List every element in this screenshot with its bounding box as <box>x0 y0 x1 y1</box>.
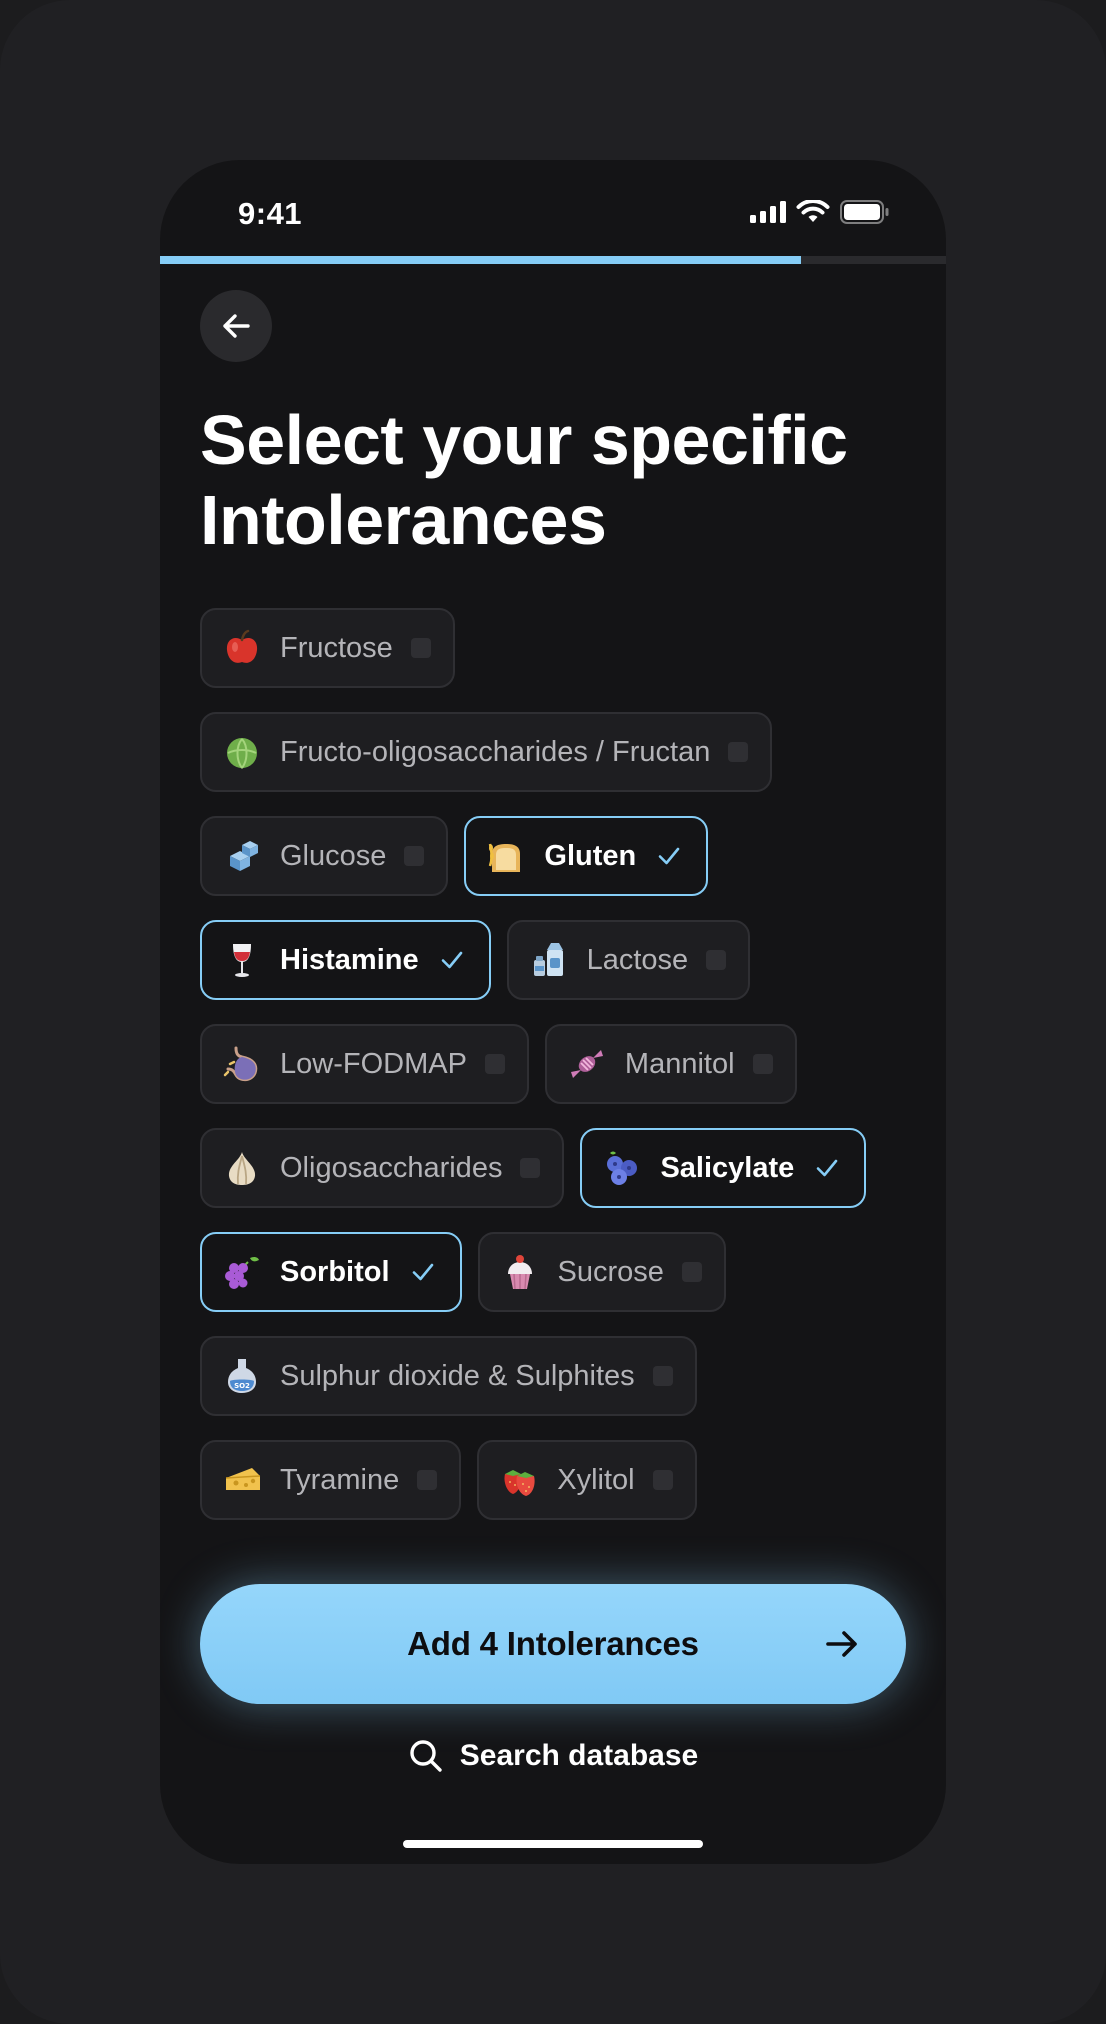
cellular-signal-icon <box>750 201 786 223</box>
intolerance-chip-lactose[interactable]: Lactose <box>506 920 751 1000</box>
chip-row: Glucose Gluten <box>200 816 920 896</box>
page-title: Select your specific Intolerances <box>200 400 920 560</box>
intolerance-chip-label: Fructose <box>280 631 393 664</box>
arrow-right-icon <box>826 1631 857 1657</box>
intolerance-chip-label: Sulphur dioxide & Sulphites <box>280 1359 635 1392</box>
intolerance-chip-label: Sorbitol <box>280 1255 390 1288</box>
page-title-line-2: Intolerances <box>200 481 607 559</box>
intolerance-chip-fructo-oligosaccharides-fructan[interactable]: Fructo-oligosaccharides / Fructan <box>200 712 773 792</box>
strawberries-icon <box>499 1460 539 1500</box>
checkbox-unchecked <box>410 638 431 658</box>
intolerance-chip-mannitol[interactable]: Mannitol <box>544 1024 797 1104</box>
battery-icon <box>840 200 889 224</box>
intolerance-chip-label: Xylitol <box>557 1463 635 1496</box>
checkbox-unchecked <box>706 950 727 970</box>
wifi-icon <box>796 200 830 222</box>
checkbox-unchecked <box>484 1054 505 1074</box>
checkbox-unchecked <box>652 1366 673 1386</box>
cupcake-icon <box>500 1252 540 1292</box>
intolerance-chip-label: Histamine <box>280 943 419 976</box>
progress-bar <box>160 256 946 264</box>
checkmark-icon <box>654 841 684 871</box>
intolerance-chip-label: Gluten <box>544 839 637 872</box>
home-indicator <box>403 1840 703 1848</box>
page-title-line-1: Select your specific <box>200 401 848 479</box>
intolerance-chip-xylitol[interactable]: Xylitol <box>477 1440 697 1520</box>
arrow-left-icon <box>223 314 250 338</box>
status-time: 9:41 <box>238 196 303 231</box>
intolerance-chip-sulphur-dioxide-and-sulphites[interactable]: SO2 Sulphur dioxide & Sulphites <box>200 1336 697 1416</box>
checkbox-unchecked <box>652 1470 673 1490</box>
intolerance-chip-label: Sucrose <box>557 1255 664 1288</box>
chip-row: Tyramine Xylitol <box>200 1440 920 1520</box>
stomach-icon <box>222 1044 262 1084</box>
wine-glass-icon <box>222 940 262 980</box>
progress-bar-fill <box>160 256 801 264</box>
intolerance-chip-label: Mannitol <box>624 1047 735 1080</box>
add-intolerances-label: Add 4 Intolerances <box>407 1625 699 1662</box>
checkmark-icon <box>437 945 467 975</box>
intolerance-chip-histamine[interactable]: Histamine <box>200 920 491 1000</box>
chip-row: Oligosaccharides Salicylate <box>200 1128 920 1208</box>
intolerance-chip-label: Oligosaccharides <box>280 1151 503 1184</box>
chip-row: Low-FODMAP Mannitol <box>200 1024 920 1104</box>
search-icon <box>410 1740 442 1772</box>
intolerance-chip-label: Salicylate <box>660 1151 795 1184</box>
intolerance-chip-low-fodmap[interactable]: Low-FODMAP <box>200 1024 529 1104</box>
checkbox-unchecked <box>520 1158 541 1178</box>
checkbox-unchecked <box>417 1470 438 1490</box>
chip-row: Fructo-oligosaccharides / Fructan <box>200 712 920 792</box>
intolerance-chip-label: Glucose <box>280 839 387 872</box>
candy-icon <box>567 1044 607 1084</box>
blueberries-icon <box>602 1148 642 1188</box>
svg-text:SO2: SO2 <box>234 1382 250 1390</box>
phone-screen: 9:41 Select your specific Intolerances F… <box>160 160 946 1864</box>
intolerance-chip-list: Fructose Fructo-oligosaccharides / Fructa… <box>200 608 920 1544</box>
intolerance-chip-label: Lactose <box>586 943 689 976</box>
search-database-label: Search database <box>459 1739 699 1772</box>
intolerance-chip-glucose[interactable]: Glucose <box>200 816 449 896</box>
status-bar: 9:41 <box>160 160 946 256</box>
search-database-link[interactable]: Search database <box>160 1724 946 1788</box>
back-button[interactable] <box>200 290 272 362</box>
intolerance-chip-salicylate[interactable]: Salicylate <box>580 1128 867 1208</box>
grapes-icon <box>222 1252 262 1292</box>
bread-wheat-icon <box>486 836 526 876</box>
device-frame: 9:41 Select your specific Intolerances F… <box>0 0 1106 2024</box>
checkbox-unchecked <box>752 1054 773 1074</box>
checkbox-unchecked <box>728 742 749 762</box>
cheese-icon <box>222 1460 262 1500</box>
intolerance-chip-sucrose[interactable]: Sucrose <box>477 1232 726 1312</box>
intolerance-chip-label: Tyramine <box>280 1463 400 1496</box>
intolerance-chip-fructose[interactable]: Fructose <box>200 608 455 688</box>
checkbox-unchecked <box>681 1262 702 1282</box>
flask-icon: SO2 <box>222 1356 262 1396</box>
intolerance-chip-label: Low-FODMAP <box>280 1047 467 1080</box>
apple-icon <box>222 628 262 668</box>
sugar-cubes-icon <box>222 836 262 876</box>
garlic-icon <box>222 1148 262 1188</box>
checkbox-unchecked <box>404 846 425 866</box>
status-icons <box>750 200 890 224</box>
add-intolerances-button[interactable]: Add 4 Intolerances <box>200 1584 906 1704</box>
intolerance-chip-oligosaccharides[interactable]: Oligosaccharides <box>200 1128 565 1208</box>
cabbage-icon <box>222 732 262 772</box>
chip-row: Fructose <box>200 608 920 688</box>
intolerance-chip-tyramine[interactable]: Tyramine <box>200 1440 462 1520</box>
checkmark-icon <box>812 1153 842 1183</box>
intolerance-chip-gluten[interactable]: Gluten <box>464 816 709 896</box>
milk-carton-icon <box>529 940 569 980</box>
chip-row: SO2 Sulphur dioxide & Sulphites <box>200 1336 920 1416</box>
checkmark-icon <box>408 1257 438 1287</box>
intolerance-chip-label: Fructo-oligosaccharides / Fructan <box>280 735 711 768</box>
chip-row: Histamine Lactose <box>200 920 920 1000</box>
intolerance-chip-sorbitol[interactable]: Sorbitol <box>200 1232 462 1312</box>
chip-row: Sorbitol Sucrose <box>200 1232 920 1312</box>
